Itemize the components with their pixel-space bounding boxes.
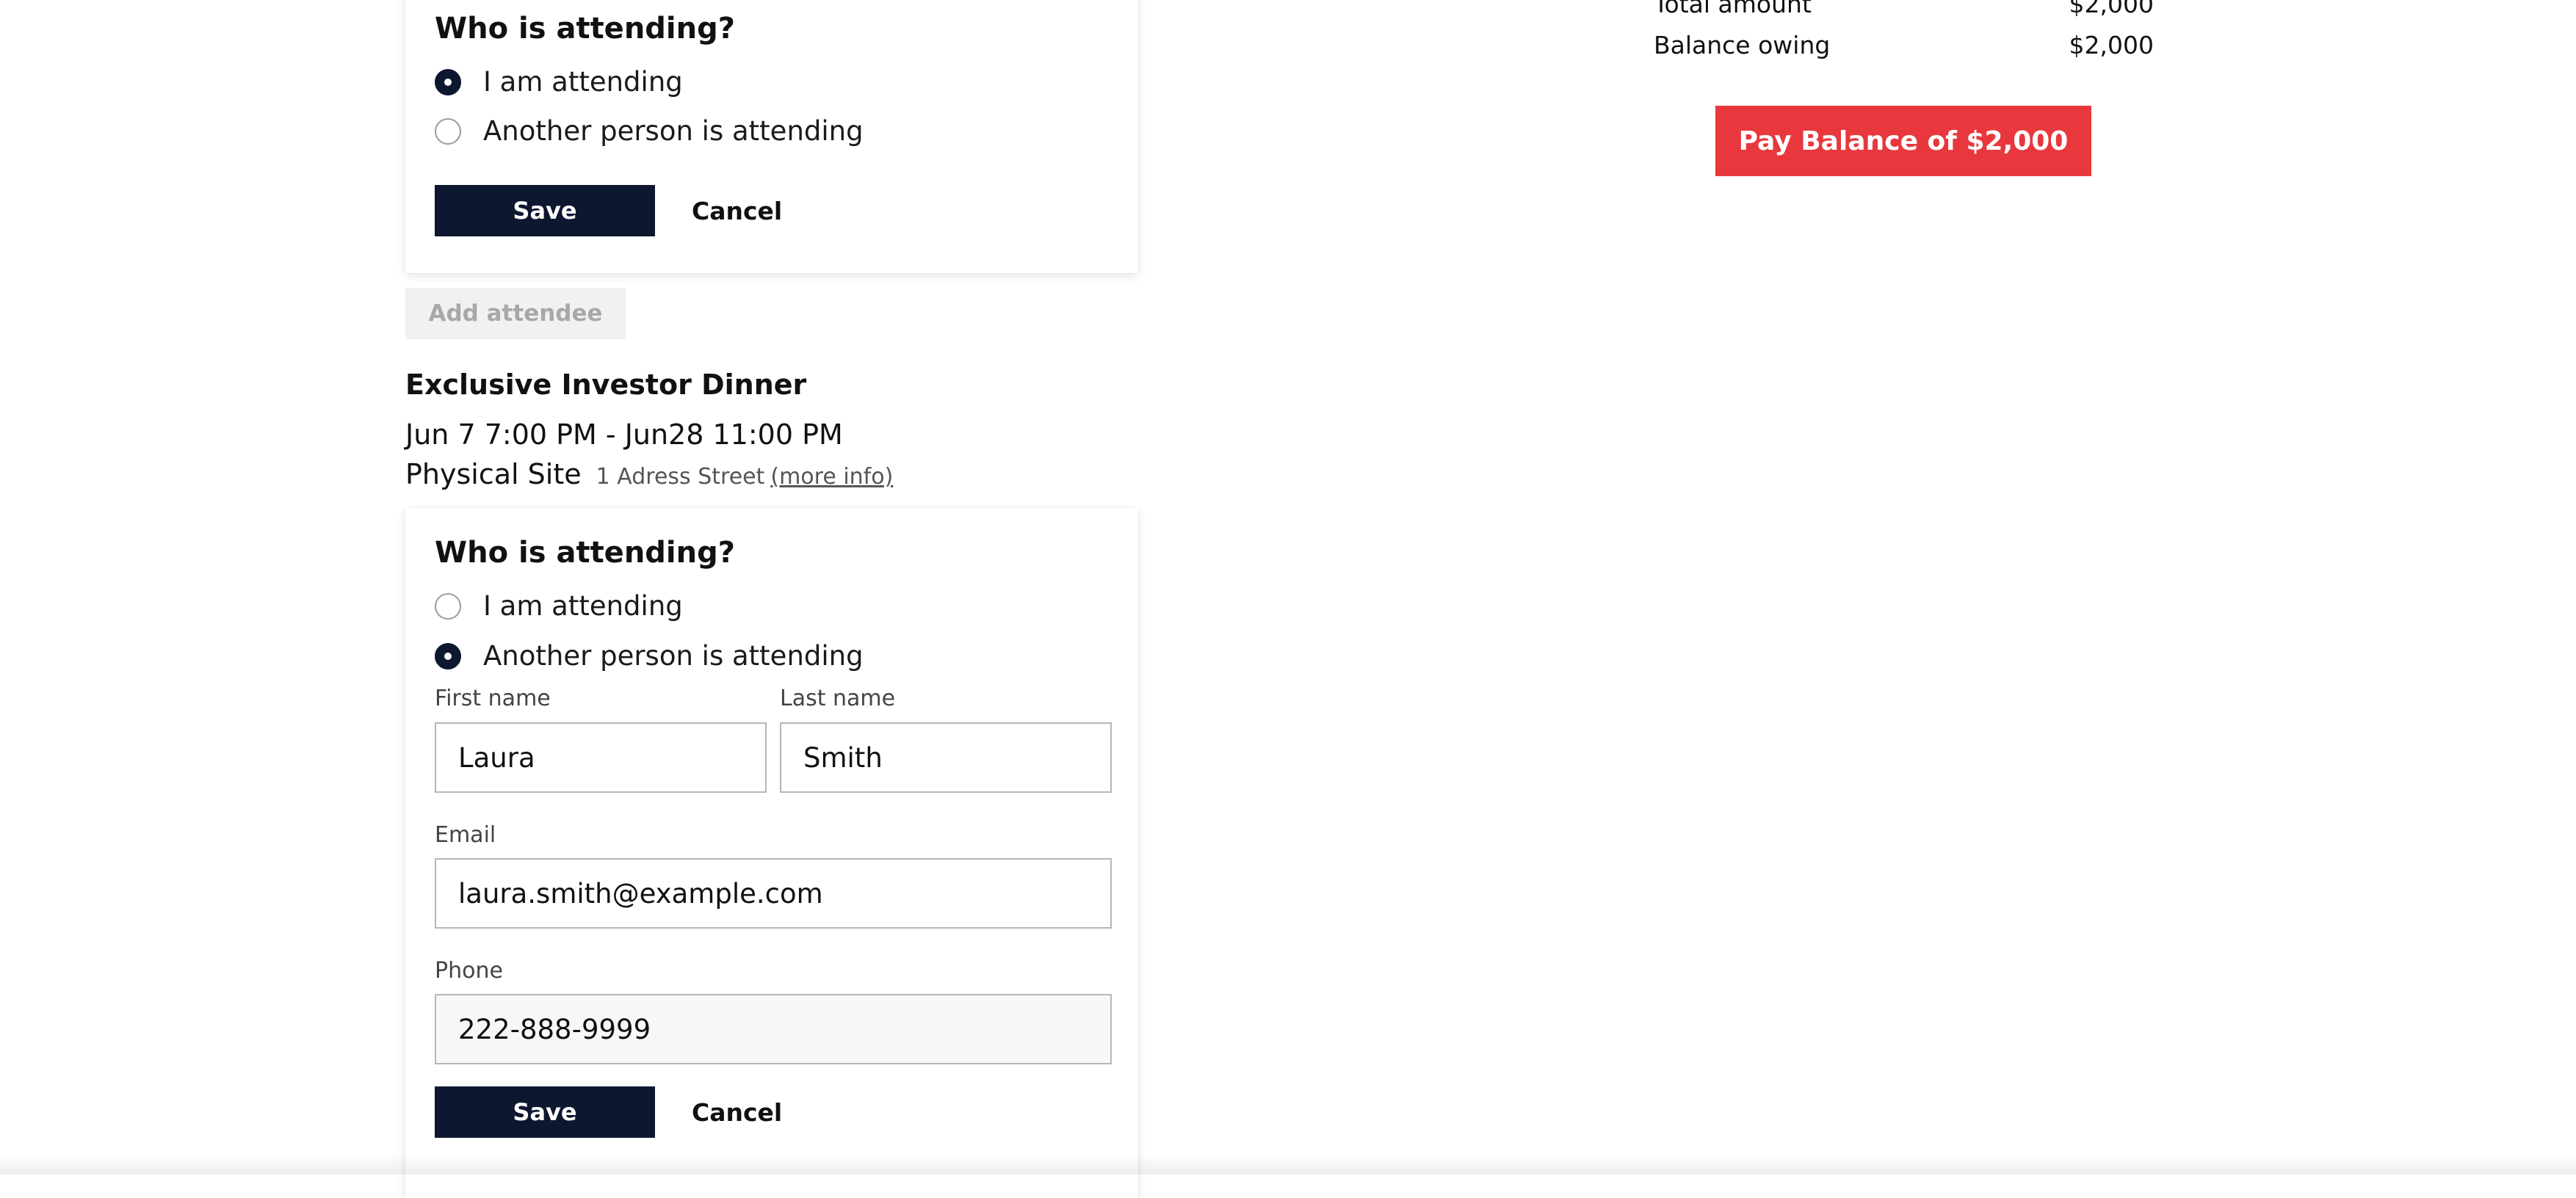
first-name-label: First name (435, 686, 551, 711)
site-type: Physical Site (405, 458, 582, 490)
save-button[interactable]: Save (435, 1086, 655, 1138)
total-amount-value: $2,000 (2069, 0, 2154, 18)
email-label: Email (435, 822, 496, 848)
option-another-person-attending[interactable]: Another person is attending (435, 115, 864, 147)
event-date-range: Jun 7 7:00 PM - Jun28 11:00 PM (405, 418, 843, 451)
first-name-field[interactable]: Laura (435, 722, 767, 793)
attendee-form-card: Who is attending? I am attending Another… (405, 0, 1138, 273)
add-attendee-button[interactable]: Add attendee (405, 288, 626, 339)
option-label: I am attending (483, 590, 683, 622)
cancel-button[interactable]: Cancel (684, 1086, 789, 1138)
balance-owing-value: $2,000 (2069, 31, 2154, 59)
option-label: I am attending (483, 66, 683, 98)
option-label: Another person is attending (483, 115, 864, 147)
option-another-person-attending[interactable]: Another person is attending (435, 640, 864, 672)
site-address: 1 Adress Street (596, 464, 765, 490)
option-i-am-attending[interactable]: I am attending (435, 66, 683, 98)
attendee-form-card: Who is attending? I am attending Another… (405, 508, 1138, 1198)
last-name-field[interactable]: Smith (780, 722, 1112, 793)
phone-field[interactable]: 222-888-9999 (435, 994, 1112, 1064)
radio-checked-icon[interactable] (435, 68, 461, 95)
email-field[interactable]: laura.smith@example.com (435, 858, 1112, 929)
option-i-am-attending[interactable]: I am attending (435, 590, 683, 622)
option-label: Another person is attending (483, 640, 864, 672)
radio-unchecked-icon[interactable] (435, 117, 461, 145)
total-amount-label: Total amount (1654, 0, 1812, 18)
pay-balance-button[interactable]: Pay Balance of $2,000 (1715, 106, 2091, 176)
event-location: Physical Site 1 Adress Street (more info… (405, 458, 893, 490)
scroll-shadow (0, 1154, 2576, 1175)
radio-unchecked-icon[interactable] (435, 592, 461, 620)
radio-checked-icon[interactable] (435, 642, 461, 669)
phone-label: Phone (435, 958, 503, 984)
card-title: Who is attending? (435, 536, 735, 570)
card-title: Who is attending? (435, 12, 735, 46)
balance-owing-label: Balance owing (1654, 31, 1831, 59)
save-button[interactable]: Save (435, 185, 655, 236)
cancel-button[interactable]: Cancel (684, 185, 789, 236)
last-name-label: Last name (780, 686, 896, 711)
event-title: Exclusive Investor Dinner (405, 369, 807, 401)
more-info-link[interactable]: (more info) (770, 464, 893, 490)
